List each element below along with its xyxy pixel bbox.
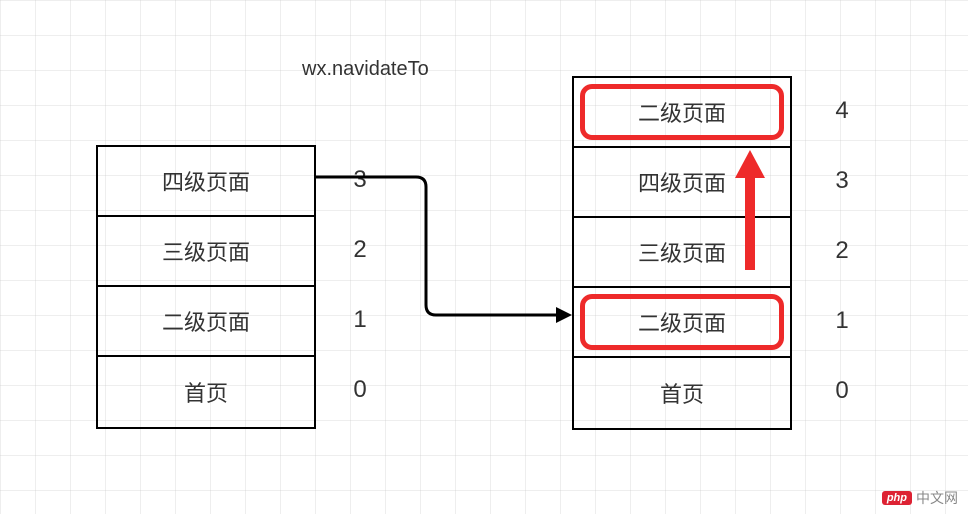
diagram-title: wx.navidateTo	[302, 58, 429, 81]
cell-label: 四级页面	[162, 165, 250, 197]
cell-label: 三级页面	[638, 236, 726, 268]
index-label: 0	[340, 355, 380, 425]
index-label: 1	[340, 285, 380, 355]
cell-label: 首页	[184, 376, 228, 408]
cell-label: 二级页面	[638, 96, 726, 128]
cell-label: 首页	[660, 377, 704, 409]
index-label: 3	[822, 146, 862, 216]
right-cell-4: 二级页面	[574, 78, 790, 148]
index-label: 2	[822, 216, 862, 286]
watermark: php 中文网	[882, 488, 958, 508]
index-label: 2	[340, 215, 380, 285]
left-index-column: 3 2 1 0	[340, 145, 380, 425]
left-cell-0: 首页	[98, 357, 314, 427]
index-label: 3	[340, 145, 380, 215]
cell-label: 三级页面	[162, 235, 250, 267]
left-cell-3: 四级页面	[98, 147, 314, 217]
right-stack: 二级页面 四级页面 三级页面 二级页面 首页	[572, 76, 792, 430]
left-cell-1: 二级页面	[98, 287, 314, 357]
left-stack: 四级页面 三级页面 二级页面 首页	[96, 145, 316, 429]
index-label: 0	[822, 356, 862, 426]
cell-label: 二级页面	[638, 306, 726, 338]
right-cell-0: 首页	[574, 358, 790, 428]
right-cell-2: 三级页面	[574, 218, 790, 288]
watermark-badge: php	[882, 491, 912, 505]
cell-label: 四级页面	[638, 166, 726, 198]
right-cell-3: 四级页面	[574, 148, 790, 218]
right-index-column: 4 3 2 1 0	[822, 76, 862, 426]
index-label: 4	[822, 76, 862, 146]
cell-label: 二级页面	[162, 305, 250, 337]
index-label: 1	[822, 286, 862, 356]
left-cell-2: 三级页面	[98, 217, 314, 287]
watermark-text: 中文网	[916, 488, 958, 508]
right-cell-1: 二级页面	[574, 288, 790, 358]
